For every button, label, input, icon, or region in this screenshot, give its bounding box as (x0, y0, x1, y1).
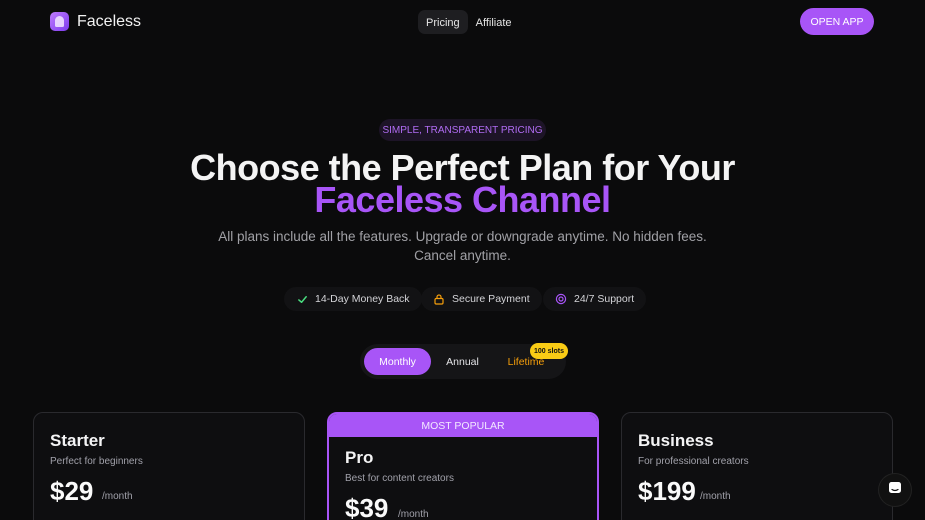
support-icon (555, 293, 567, 305)
plan-name: Business (638, 431, 714, 450)
toggle-annual[interactable]: Annual (435, 348, 490, 375)
toggle-monthly[interactable]: Monthly (364, 348, 431, 375)
chat-icon (887, 480, 903, 501)
trust-money-back-label: 14-Day Money Back (315, 293, 410, 305)
plan-price: $39 (345, 493, 389, 520)
chat-launcher-button[interactable] (879, 474, 911, 506)
brand-name: Faceless (77, 12, 142, 30)
subtitle-line1: All plans include all the features. Upgr… (218, 229, 707, 244)
plan-card-starter[interactable]: Starter Perfect for beginners $29 /month (33, 412, 305, 520)
trust-money-back: 14-Day Money Back (284, 287, 422, 311)
top-nav: Pricing Affiliate (418, 10, 520, 34)
check-icon (296, 293, 308, 305)
plan-description: Perfect for beginners (50, 456, 143, 467)
plan-period: /month (398, 509, 429, 520)
plan-description: Best for content creators (345, 473, 454, 484)
most-popular-banner: MOST POPULAR (329, 414, 597, 437)
open-app-button[interactable]: OPEN APP (800, 8, 874, 35)
nav-item-pricing[interactable]: Pricing (418, 10, 468, 34)
plan-period: /month (102, 491, 133, 502)
brand-logo[interactable]: Faceless (50, 12, 141, 31)
trust-secure-payment-label: Secure Payment (452, 293, 530, 305)
lifetime-slots-badge: 100 slots (530, 343, 568, 359)
subtitle-line2: Cancel anytime. (414, 248, 511, 263)
trust-support-label: 24/7 Support (574, 293, 635, 305)
plan-period: /month (700, 491, 731, 502)
pricing-eyebrow-badge: SIMPLE, TRANSPARENT PRICING (379, 119, 546, 141)
plan-price: $29 (50, 476, 94, 506)
plan-card-pro[interactable]: MOST POPULAR Pro Best for content creato… (327, 412, 599, 520)
plan-description: For professional creators (638, 456, 749, 467)
trust-secure-payment: Secure Payment (421, 287, 542, 311)
plan-name: Starter (50, 431, 105, 450)
nav-item-affiliate[interactable]: Affiliate (468, 10, 520, 34)
plan-price: $199 (638, 476, 696, 506)
logo-icon (50, 12, 69, 31)
lock-icon (433, 293, 445, 305)
plan-card-business[interactable]: Business For professional creators $199 … (621, 412, 893, 520)
plan-name: Pro (345, 448, 374, 467)
trust-support: 24/7 Support (543, 287, 647, 311)
page-title-line2: Faceless Channel (314, 179, 611, 220)
